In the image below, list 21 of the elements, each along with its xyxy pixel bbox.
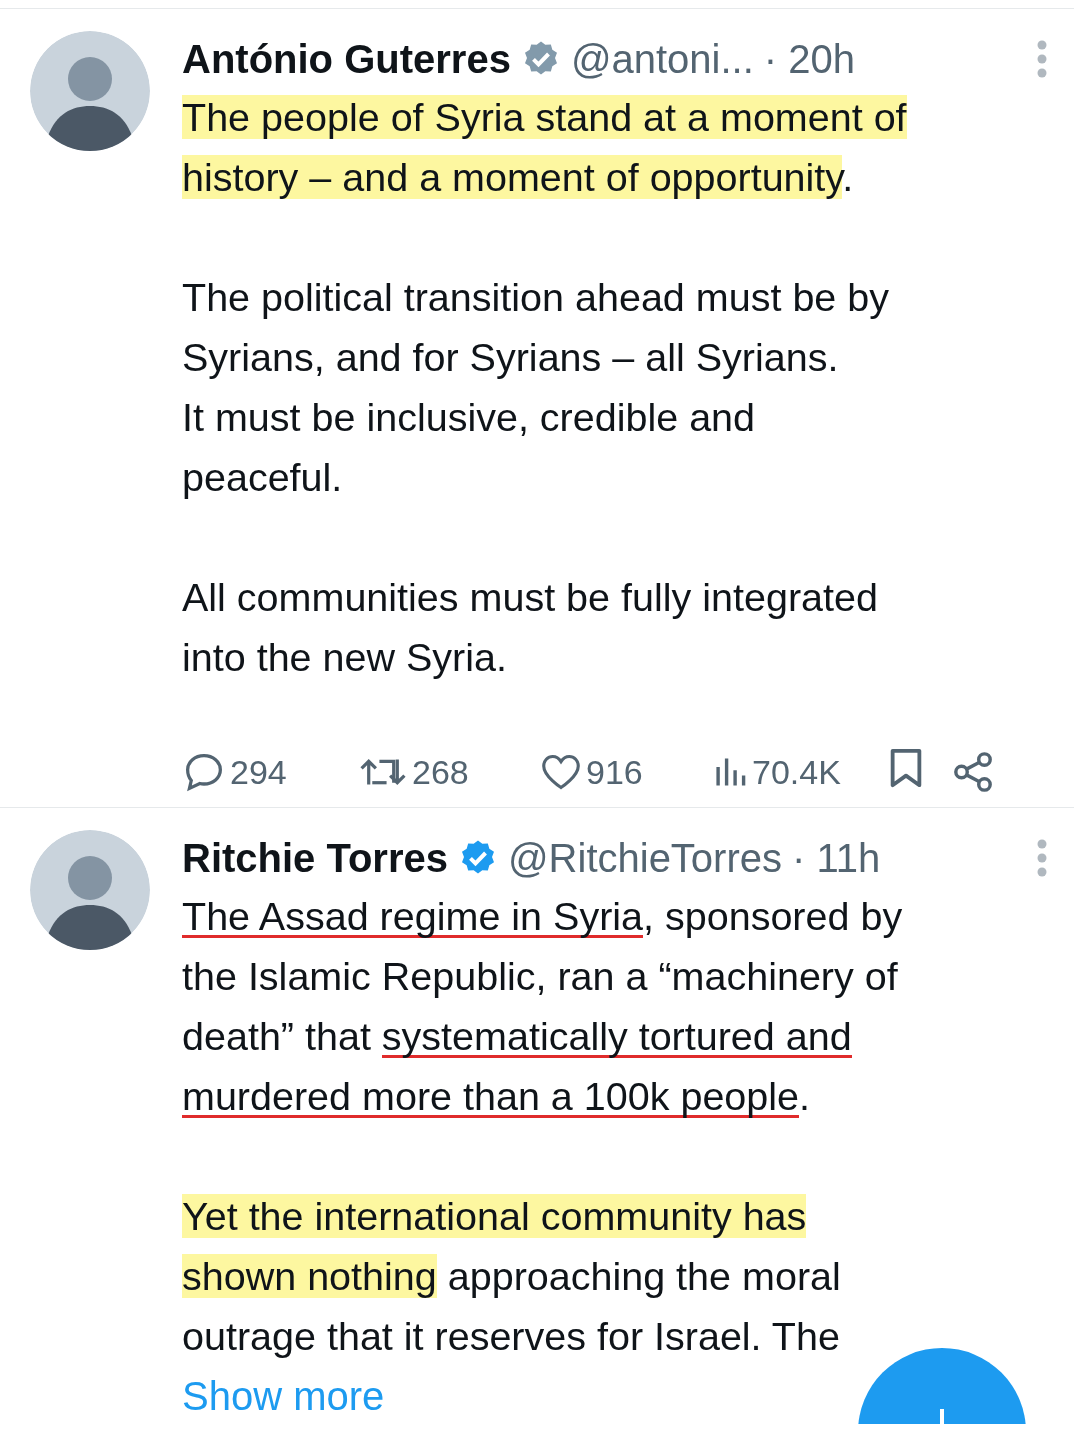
avatar-icon[interactable] <box>30 830 150 950</box>
heart-icon[interactable] <box>540 753 582 791</box>
share-icon[interactable] <box>952 751 994 793</box>
view-count: 70.4K <box>752 752 841 792</box>
post-text: The political transition ahead must be by Syrians, and for Syrians – all Syrians. It must be inclusive, credible and peaceful. <box>182 274 890 501</box>
repost-count: 268 <box>412 752 469 792</box>
compose-button[interactable] <box>858 1348 1026 1424</box>
post-text: Yet the international community has shown nothing approaching the moral outrage that it reserves for Israel. The <box>182 1193 842 1360</box>
bookmark-icon[interactable] <box>888 747 924 789</box>
avatar-icon[interactable] <box>30 31 150 151</box>
post-time: · 11h <box>792 835 881 881</box>
reply-count: 294 <box>230 752 287 792</box>
post-text: The Assad regime in Syria, sponsored by the Islamic Republic, ran a “machinery of death” that systematically tortured and murdered more than a 100k people. <box>182 893 904 1120</box>
author-handle[interactable]: @RitchieTorres <box>508 835 782 881</box>
post-text: All communities must be fully integrated into the new Syria. <box>182 574 879 681</box>
post-text: The people of Syria stand at a moment of history – and a moment of opportunity. <box>182 94 908 201</box>
author-handle[interactable]: @antoni... <box>570 36 754 82</box>
author-name[interactable]: Ritchie Torres <box>182 835 448 881</box>
author-name[interactable]: António Guterres <box>182 36 511 82</box>
like-count: 916 <box>586 752 643 792</box>
post-time: · 20h <box>763 36 855 82</box>
